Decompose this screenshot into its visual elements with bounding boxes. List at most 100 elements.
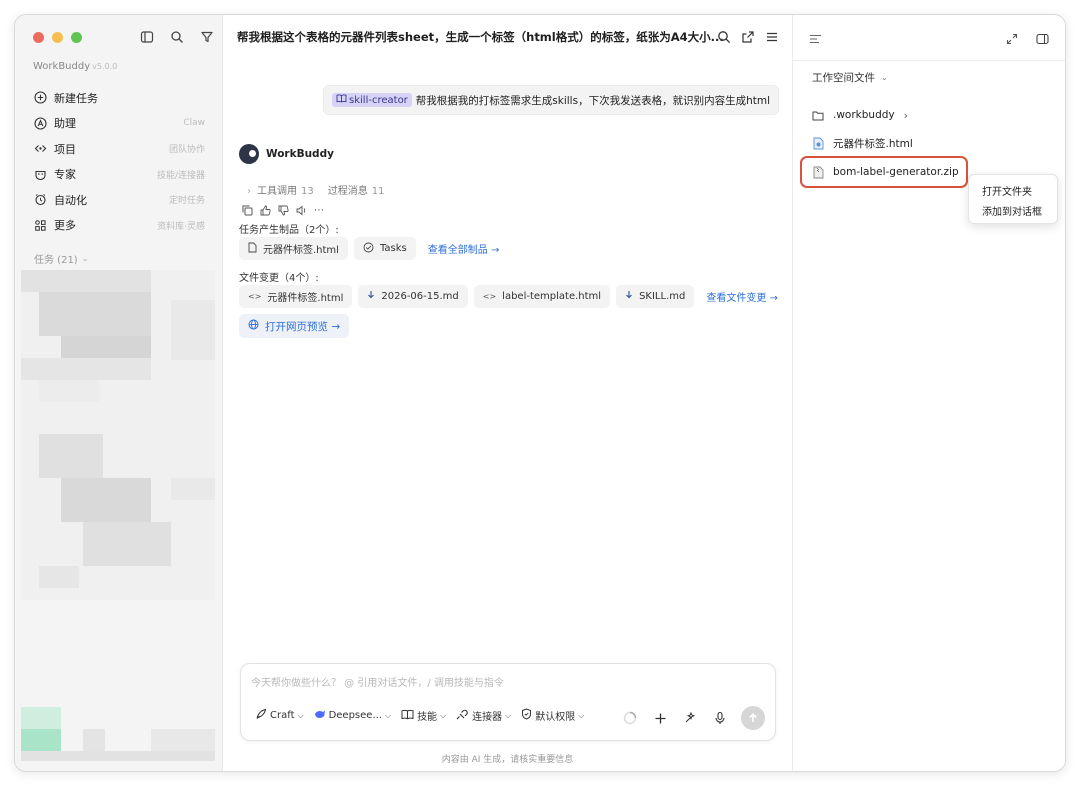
- conversation-toolbar: [716, 27, 780, 47]
- view-file-changes-link[interactable]: 查看文件变更 →: [706, 289, 778, 304]
- folder-icon: [812, 108, 824, 122]
- sidebar-item-new-task[interactable]: 新建任务: [27, 85, 211, 111]
- file-change-chip[interactable]: 2026-06-15.md: [358, 285, 468, 308]
- globe-icon: [248, 319, 259, 333]
- file-change-chip[interactable]: <> 元器件标签.html: [239, 285, 353, 308]
- grid-icon: [33, 218, 47, 232]
- microphone-icon[interactable]: [711, 709, 729, 727]
- zoom-window-button[interactable]: [71, 32, 82, 43]
- sidebar-item-project[interactable]: 项目 团队协作: [27, 136, 211, 162]
- tasks-section-header[interactable]: 任务 (21) ⌄: [34, 251, 88, 266]
- book-icon: [336, 94, 347, 106]
- menu-icon[interactable]: [764, 27, 780, 47]
- html-file-icon: [812, 136, 824, 150]
- artifact-chip[interactable]: Tasks: [353, 237, 416, 260]
- panel-toggle-icon[interactable]: [1036, 29, 1052, 49]
- file-item-folder[interactable]: .workbuddy ›: [812, 105, 908, 125]
- sidebar-item-expert[interactable]: 专家 技能/连接器: [27, 162, 211, 188]
- workspace-files-header[interactable]: 工作空间文件 ⌄: [812, 70, 888, 85]
- avatar: [239, 144, 259, 164]
- file-item-html[interactable]: 元器件标签.html: [812, 133, 913, 153]
- view-all-artifacts-link[interactable]: 查看全部制品 →: [428, 241, 500, 256]
- artifact-list: 元器件标签.html Tasks 查看全部制品 →: [239, 237, 499, 260]
- sidebar-item-label: 专家: [54, 168, 76, 182]
- composer-actions: [621, 706, 765, 730]
- thumbs-up-icon[interactable]: [259, 204, 271, 216]
- sidebar-item-more[interactable]: 更多 资料库·灵感: [27, 213, 211, 239]
- message-actions: ⋯: [241, 204, 325, 216]
- file-icon: [248, 242, 257, 256]
- alarm-icon: [33, 193, 47, 207]
- quill-icon: [255, 708, 267, 723]
- share-icon[interactable]: [740, 27, 756, 47]
- mode-selector[interactable]: Craft ⌵: [255, 708, 304, 723]
- sidebar-nav: 新建任务 助理 Claw 项目 团队协作 专家 技能/连接器 自动化 定时任务: [27, 85, 211, 238]
- copy-icon[interactable]: [241, 204, 253, 216]
- composer-toolbar: Craft ⌵ Deepsee... ⌵ 技能 ⌵ 连接器 ⌵ 默认权限 ⌵: [255, 708, 584, 723]
- app-version: v5.0.0: [92, 62, 118, 71]
- file-change-chip[interactable]: SKILL.md: [616, 285, 695, 308]
- context-menu: 打开文件夹 添加到对话框: [968, 174, 1058, 224]
- skill-chip[interactable]: skill-creator: [332, 93, 412, 107]
- sidebar-item-label: 新建任务: [54, 91, 98, 105]
- shield-icon: [521, 708, 532, 723]
- book-icon: [401, 709, 414, 723]
- speaker-icon[interactable]: [295, 204, 307, 216]
- project-icon: [33, 142, 47, 156]
- sidebar-item-label: 自动化: [54, 193, 87, 207]
- thumbs-down-icon[interactable]: [277, 204, 289, 216]
- outline-icon[interactable]: [809, 29, 825, 49]
- sidebar-toggle-icon[interactable]: [137, 27, 157, 47]
- filter-icon[interactable]: [197, 27, 217, 47]
- add-to-dialog-menu-item[interactable]: 添加到对话框: [969, 200, 1057, 220]
- permission-selector[interactable]: 默认权限 ⌵: [521, 708, 584, 723]
- sidebar-toolbar: [137, 27, 217, 47]
- bot-header: WorkBuddy: [239, 144, 334, 164]
- model-selector[interactable]: Deepsee... ⌵: [314, 709, 391, 722]
- chevron-right-icon: ›: [903, 108, 909, 122]
- add-icon[interactable]: [651, 709, 669, 727]
- sidebar-item-label: 助理: [54, 117, 76, 131]
- close-window-button[interactable]: [33, 32, 44, 43]
- sidebar-item-assistant[interactable]: 助理 Claw: [27, 111, 211, 137]
- plus-circle-icon: [33, 91, 47, 105]
- tool-calls-toggle[interactable]: › 工具调用 13: [247, 182, 314, 197]
- bot-name: WorkBuddy: [266, 148, 334, 160]
- search-icon[interactable]: [167, 27, 187, 47]
- download-icon: [367, 290, 375, 303]
- panel-toolbar: [809, 29, 1052, 49]
- file-change-list: <> 元器件标签.html 2026-06-15.md <> label-tem…: [239, 285, 778, 308]
- more-icon[interactable]: ⋯: [313, 204, 325, 216]
- open-folder-menu-item[interactable]: 打开文件夹: [969, 180, 1057, 200]
- minimize-window-button[interactable]: [52, 32, 63, 43]
- app-name: WorkBuddy v5.0.0: [33, 61, 118, 72]
- chevron-right-icon: ›: [247, 186, 251, 197]
- expert-icon: [33, 167, 47, 181]
- window-controls: [33, 32, 82, 43]
- sparkle-icon[interactable]: [681, 709, 699, 727]
- connectors-selector[interactable]: 连接器 ⌵: [456, 708, 511, 723]
- sidebar-item-hint: 定时任务: [168, 196, 205, 207]
- skills-selector[interactable]: 技能 ⌵: [401, 708, 446, 723]
- code-icon: <>: [482, 292, 497, 301]
- artifacts-label: 任务产生制品（2个）:: [239, 225, 339, 236]
- file-change-chip[interactable]: <> label-template.html: [473, 285, 611, 308]
- process-messages[interactable]: 过程消息 11: [328, 182, 385, 197]
- user-message-text: 帮我根据我的打标签需求生成skills，下次我发送表格，就识别内容生成html: [415, 94, 770, 107]
- user-area-redacted: [21, 707, 215, 761]
- expand-icon[interactable]: [1006, 29, 1022, 49]
- download-icon: [625, 290, 633, 303]
- user-message: skill-creator 帮我根据我的打标签需求生成skills，下次我发送表…: [323, 85, 779, 115]
- open-web-preview-button[interactable]: 打开网页预览 →: [239, 314, 350, 338]
- sidebar-item-automation[interactable]: 自动化 定时任务: [27, 187, 211, 213]
- chevron-down-icon: ⌵: [384, 710, 392, 720]
- search-icon[interactable]: [716, 27, 732, 47]
- message-input[interactable]: 今天帮你做些什么？ @ 引用对话文件，/ 调用技能与指令: [251, 674, 504, 689]
- workspace-panel: 工作空间文件 ⌄ .workbuddy › 元器件标签.html bom-lab…: [792, 15, 1065, 771]
- artifact-chip[interactable]: 元器件标签.html: [239, 237, 348, 260]
- deepseek-icon: [314, 709, 326, 722]
- send-button[interactable]: [741, 706, 765, 730]
- sidebar-item-hint: 团队协作: [168, 145, 205, 156]
- process-meta: › 工具调用 13 过程消息 11: [247, 182, 384, 197]
- plug-icon: [456, 709, 469, 723]
